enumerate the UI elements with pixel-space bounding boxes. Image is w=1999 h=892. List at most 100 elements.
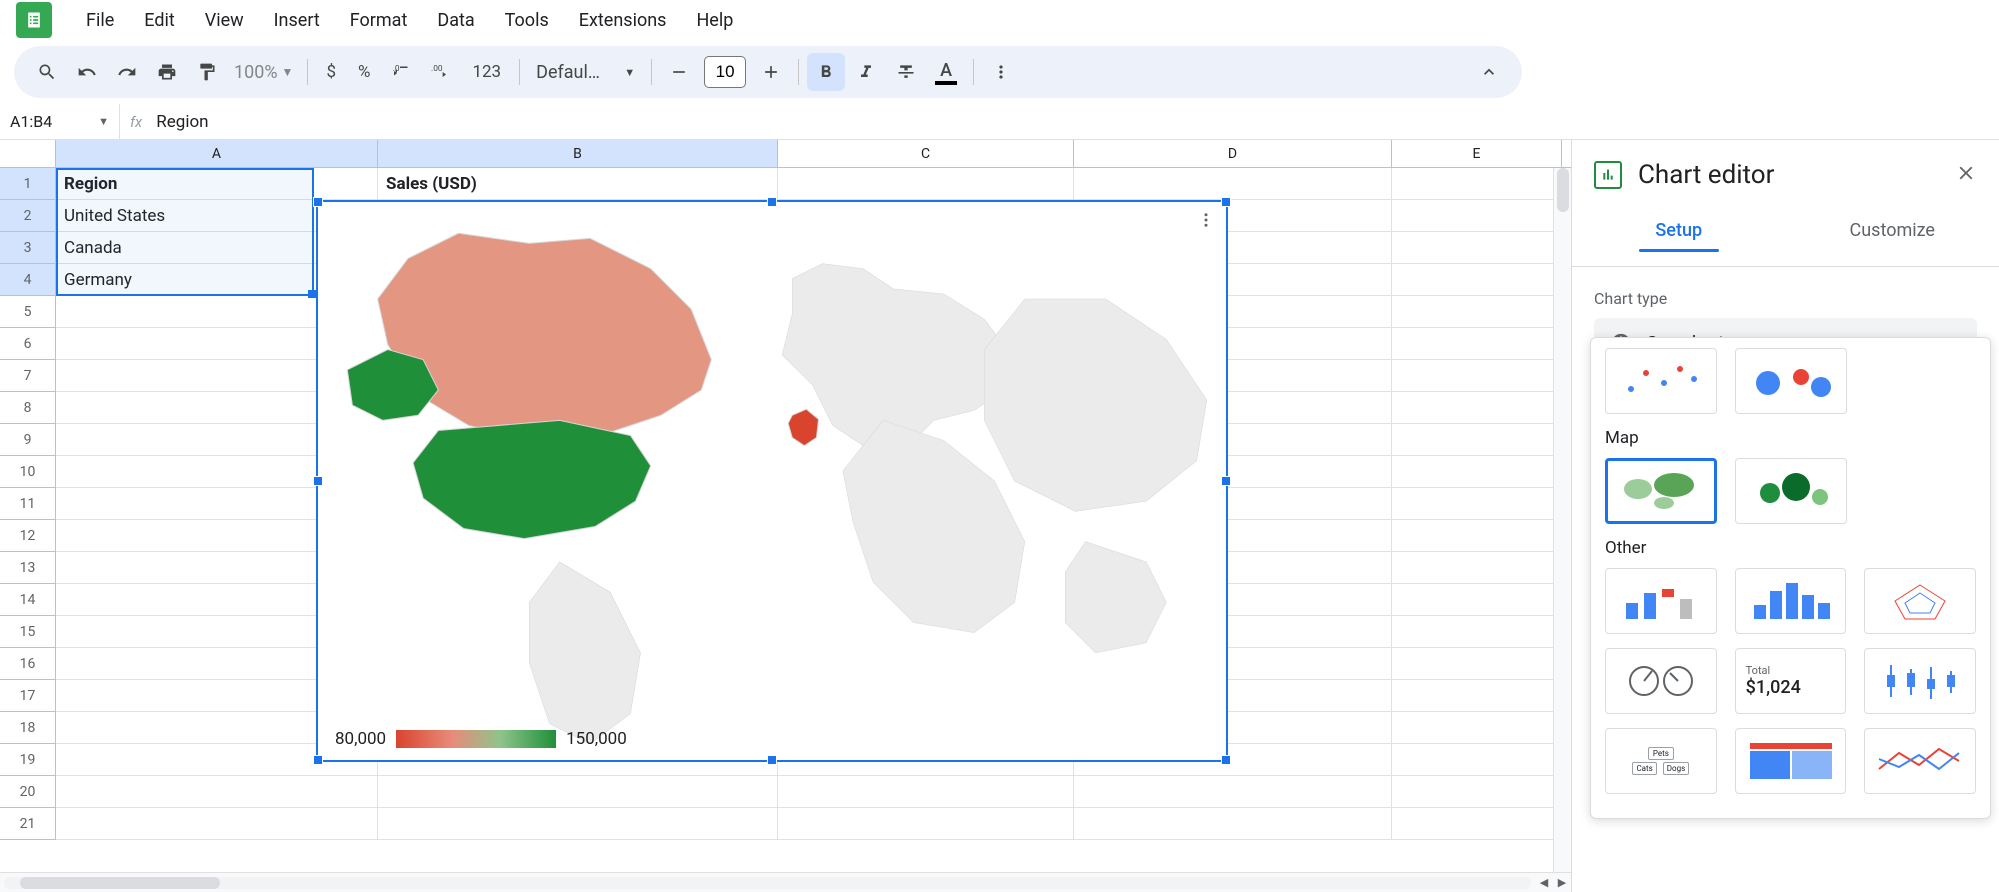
decrease-fontsize-button[interactable] [660,53,698,91]
chart-thumb-treemap[interactable] [1735,728,1847,794]
row-3-header[interactable]: 3 [0,232,56,264]
chart-thumb-gauge[interactable] [1605,648,1717,714]
chart-thumb-histogram[interactable] [1735,568,1847,634]
col-C[interactable]: C [778,140,1074,167]
currency-button[interactable]: $ [316,53,346,91]
horizontal-scrollbar[interactable]: ◀ ▶ [0,872,1571,892]
row-8-header[interactable]: 8 [0,392,56,424]
cell-E17[interactable] [1392,680,1562,712]
cell-E14[interactable] [1392,584,1562,616]
text-color-button[interactable]: A [927,53,965,91]
font-family-select[interactable]: Defaul…▼ [528,62,643,83]
chart-thumb-candlestick[interactable] [1864,648,1976,714]
cell-E19[interactable] [1392,744,1562,776]
cell-C21[interactable] [778,808,1074,840]
cell-E18[interactable] [1392,712,1562,744]
cell-E12[interactable] [1392,520,1562,552]
menu-file[interactable]: File [72,4,128,37]
cell-E8[interactable] [1392,392,1562,424]
row-20-header[interactable]: 20 [0,776,56,808]
cell-C1[interactable] [778,168,1074,200]
cell-E13[interactable] [1392,552,1562,584]
undo-button[interactable] [68,53,106,91]
col-B[interactable]: B [378,140,778,167]
cell-A20[interactable] [56,776,378,808]
row-16-header[interactable]: 16 [0,648,56,680]
row-5-header[interactable]: 5 [0,296,56,328]
chart-thumb-bubble[interactable] [1735,348,1847,414]
select-all-corner[interactable] [0,140,56,167]
decrease-decimal-button[interactable]: .0 [382,53,420,91]
chart-thumb-radar[interactable] [1864,568,1976,634]
row-9-header[interactable]: 9 [0,424,56,456]
menu-extensions[interactable]: Extensions [565,4,681,37]
scroll-left-button[interactable]: ◀ [1535,874,1553,892]
cell-D1[interactable] [1074,168,1392,200]
row-6-header[interactable]: 6 [0,328,56,360]
cell-E7[interactable] [1392,360,1562,392]
cell-B20[interactable] [378,776,778,808]
name-box[interactable]: A1:B4 ▼ [0,104,120,139]
cell-D20[interactable] [1074,776,1392,808]
increase-fontsize-button[interactable] [752,53,790,91]
cell-E21[interactable] [1392,808,1562,840]
bold-button[interactable] [807,53,845,91]
cell-E6[interactable] [1392,328,1562,360]
vertical-scrollbar[interactable] [1553,168,1571,888]
menu-view[interactable]: View [191,4,258,37]
search-icon[interactable] [28,53,66,91]
row-21-header[interactable]: 21 [0,808,56,840]
cell-E10[interactable] [1392,456,1562,488]
cell-B1[interactable]: Sales (USD) [378,168,778,200]
increase-decimal-button[interactable]: .00 [422,53,460,91]
menu-edit[interactable]: Edit [130,4,188,37]
row-18-header[interactable]: 18 [0,712,56,744]
strikethrough-button[interactable] [887,53,925,91]
zoom-select[interactable]: 100%▼ [228,62,299,83]
cell-E4[interactable] [1392,264,1562,296]
cell-E9[interactable] [1392,424,1562,456]
geo-chart-object[interactable]: 80,000 150,000 [316,200,1228,762]
collapse-toolbar-button[interactable] [1470,53,1508,91]
menu-format[interactable]: Format [336,4,422,37]
cell-E11[interactable] [1392,488,1562,520]
print-button[interactable] [148,53,186,91]
row-7-header[interactable]: 7 [0,360,56,392]
cell-E3[interactable] [1392,232,1562,264]
menu-tools[interactable]: Tools [491,4,563,37]
paint-format-button[interactable] [188,53,226,91]
row-15-header[interactable]: 15 [0,616,56,648]
italic-button[interactable] [847,53,885,91]
chart-thumb-sparkline[interactable] [1864,728,1976,794]
menu-insert[interactable]: Insert [260,4,334,37]
menu-help[interactable]: Help [682,4,747,37]
cell-B21[interactable] [378,808,778,840]
cell-A21[interactable] [56,808,378,840]
scroll-right-button[interactable]: ▶ [1553,874,1571,892]
close-panel-button[interactable] [1955,162,1977,188]
row-1-header[interactable]: 1 [0,168,56,200]
chart-menu-button[interactable] [1197,211,1215,233]
row-2-header[interactable]: 2 [0,200,56,232]
row-4-header[interactable]: 4 [0,264,56,296]
cell-D21[interactable] [1074,808,1392,840]
cell-C20[interactable] [778,776,1074,808]
chart-thumb-geo-markers[interactable] [1735,458,1847,524]
cell-E5[interactable] [1392,296,1562,328]
spreadsheet-area[interactable]: A B C D E 1 Region Sales (USD) 2 United … [0,140,1571,892]
chart-thumb-scorecard[interactable]: Total$1,024 [1735,648,1847,714]
cell-E20[interactable] [1392,776,1562,808]
row-11-header[interactable]: 11 [0,488,56,520]
col-E[interactable]: E [1392,140,1562,167]
row-10-header[interactable]: 10 [0,456,56,488]
row-19-header[interactable]: 19 [0,744,56,776]
chart-thumb-combo[interactable] [1605,568,1717,634]
chart-thumb-orgchart[interactable]: PetsCatsDogs [1605,728,1717,794]
cell-E1[interactable] [1392,168,1562,200]
redo-button[interactable] [108,53,146,91]
col-D[interactable]: D [1074,140,1392,167]
cell-E15[interactable] [1392,616,1562,648]
row-12-header[interactable]: 12 [0,520,56,552]
chart-thumb-geo[interactable] [1605,458,1717,524]
menu-data[interactable]: Data [423,4,488,37]
